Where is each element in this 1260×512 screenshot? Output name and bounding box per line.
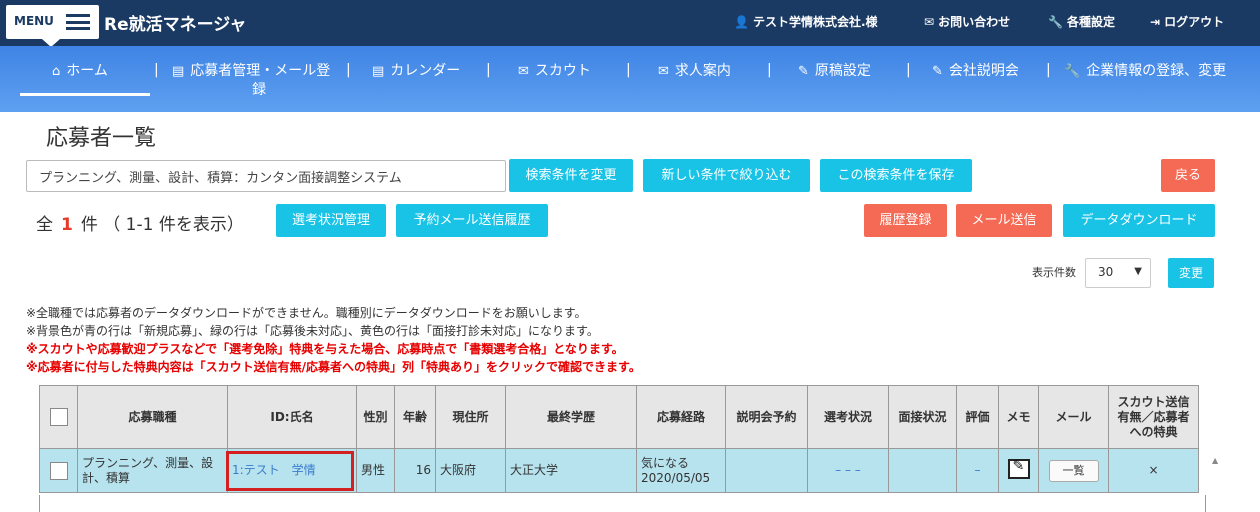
perpage-label: 表示件数 <box>1032 266 1076 279</box>
nav-separator: | <box>346 62 351 78</box>
nav-jobs[interactable]: ✉ 求人案内 <box>658 62 731 81</box>
cell-selection: – – – <box>807 448 889 493</box>
send-mail-button[interactable]: メール送信 <box>956 204 1052 237</box>
cell-route: 気になる 2020/05/05 <box>636 448 726 493</box>
save-search-button[interactable]: この検索条件を保存 <box>820 159 972 192</box>
contact-link[interactable]: ✉ お問い合わせ <box>924 13 1010 30</box>
nav-company[interactable]: 🔧 企業情報の登録、変更 <box>1064 62 1226 81</box>
change-search-button[interactable]: 検索条件を変更 <box>509 159 633 192</box>
pencil-icon: ✎ <box>932 64 943 79</box>
row-select-cell[interactable] <box>39 448 78 493</box>
chevron-down-icon: ▼ <box>1134 266 1142 277</box>
table-header-row: 応募職種 ID:氏名 性別 年齢 現住所 最終学歴 応募経路 説明会予約 選考状… <box>39 385 1199 449</box>
calendar-icon: ▤ <box>372 64 385 79</box>
envelope-icon: ✉ <box>924 15 935 29</box>
note-line: ※背景色が青の行は「新規応募」、緑の行は「応募後未対応」、黄色の行は「面接打診未… <box>26 324 599 338</box>
envelope-icon: ✉ <box>518 64 529 79</box>
nav-home[interactable]: ⌂ ホーム <box>52 62 108 81</box>
nav-separator: | <box>486 62 491 78</box>
col-memo: メモ <box>998 385 1039 449</box>
note-line-warning: ※応募者に付与した特典内容は「スカウト送信有無/応募者への特典」列「特典あり」を… <box>26 360 641 374</box>
home-icon: ⌂ <box>52 64 61 79</box>
table-next-row <box>39 495 1206 512</box>
nav-separator: | <box>1046 62 1051 78</box>
reservation-history-button[interactable]: 予約メール送信履歴 <box>396 204 548 237</box>
select-all-cell[interactable] <box>39 385 78 449</box>
change-perpage-button[interactable]: 変更 <box>1168 258 1214 288</box>
cell-address: 大阪府 <box>435 448 506 493</box>
data-download-button[interactable]: データダウンロード <box>1063 204 1215 237</box>
search-conditions-input[interactable] <box>26 160 506 192</box>
cell-memo <box>998 448 1039 493</box>
nav-separator: | <box>154 62 159 78</box>
selection-status-button[interactable]: 選考状況管理 <box>276 204 386 237</box>
select-all-checkbox[interactable] <box>49 408 68 426</box>
list-icon: ▤ <box>172 64 185 79</box>
menu-button[interactable]: MENU <box>6 5 99 47</box>
envelope-icon: ✉ <box>658 64 669 79</box>
cell-scout: × <box>1108 448 1199 493</box>
col-id-name: ID:氏名 <box>227 385 357 449</box>
logout-link[interactable]: ⇥ ログアウト <box>1150 13 1224 30</box>
nav-active-indicator <box>20 93 150 96</box>
cell-job: プランニング、測量、設 計、積算 <box>77 448 228 493</box>
nav-separator: | <box>626 62 631 78</box>
cell-age: 16 <box>394 448 436 493</box>
selection-status-link[interactable]: – – – <box>835 463 861 477</box>
back-button[interactable]: 戻る <box>1161 159 1215 192</box>
table-row: プランニング、測量、設 計、積算 1:テスト 学情 男性 16 大阪府 大正大学 … <box>39 448 1199 493</box>
nav-seminar[interactable]: ✎ 会社説明会 <box>932 62 1019 81</box>
brand-logo: Re就活マネージャ <box>104 15 247 35</box>
cell-mail: 一覧 <box>1038 448 1109 493</box>
col-rating: 評価 <box>956 385 999 449</box>
col-school: 最終学歴 <box>505 385 637 449</box>
rating-link[interactable]: – <box>975 463 981 477</box>
nav-separator: | <box>906 62 911 78</box>
note-line: ※全職種では応募者のデータダウンロードができません。職種別にデータダウンロードを… <box>26 306 587 320</box>
col-age: 年齢 <box>394 385 436 449</box>
col-mail: メール <box>1038 385 1109 449</box>
cell-rating: – <box>956 448 999 493</box>
row-checkbox[interactable] <box>49 461 68 480</box>
wrench-icon: 🔧 <box>1064 64 1081 79</box>
user-link[interactable]: 👤 テスト学情株式会社.様 <box>734 13 878 30</box>
cell-gender: 男性 <box>356 448 395 493</box>
wrench-icon: 🔧 <box>1048 15 1063 29</box>
applicant-table: 応募職種 ID:氏名 性別 年齢 現住所 最終学歴 応募経路 説明会予約 選考状… <box>39 385 1199 493</box>
highlight-box <box>226 451 354 491</box>
col-route: 応募経路 <box>636 385 726 449</box>
result-count: 全1件 （ 1-1 件を表示） <box>36 215 244 235</box>
memo-edit-icon[interactable] <box>1007 458 1030 479</box>
col-scout: スカウト送信 有無／応募者 への特典 <box>1108 385 1199 449</box>
nav-draft[interactable]: ✎ 原稿設定 <box>798 62 871 81</box>
settings-link[interactable]: 🔧 各種設定 <box>1048 13 1115 30</box>
top-header: MENU Re就活マネージャ 👤 テスト学情株式会社.様 ✉ お問い合わせ 🔧 各種設… <box>0 0 1260 47</box>
nav-calendar[interactable]: ▤ カレンダー <box>372 62 460 81</box>
cell-school: 大正大学 <box>505 448 637 493</box>
menu-label: MENU <box>14 14 54 28</box>
note-line-warning: ※スカウトや応募歓迎プラスなどで「選考免除」特典を与えた場合、応募時点で「書類選… <box>26 342 624 356</box>
perpage-select[interactable]: 30 ▼ <box>1085 258 1151 288</box>
col-address: 現住所 <box>435 385 506 449</box>
pencil-icon: ✎ <box>798 64 809 79</box>
col-interview: 面接状況 <box>888 385 957 449</box>
nav-applicants[interactable]: ▤ 応募者管理・メール登 録 <box>172 62 330 99</box>
user-icon: 👤 <box>734 15 749 29</box>
col-job: 応募職種 <box>77 385 228 449</box>
nav-separator: | <box>767 62 772 78</box>
page-title: 応募者一覧 <box>46 126 157 151</box>
nav-scout[interactable]: ✉ スカウト <box>518 62 591 81</box>
logout-icon: ⇥ <box>1150 15 1161 29</box>
cell-interview <box>888 448 957 493</box>
mail-list-button[interactable]: 一覧 <box>1048 459 1099 482</box>
col-seminar: 説明会予約 <box>725 385 808 449</box>
history-register-button[interactable]: 履歴登録 <box>864 204 947 237</box>
cell-seminar <box>725 448 808 493</box>
hamburger-icon <box>66 14 90 30</box>
col-gender: 性別 <box>356 385 395 449</box>
scroll-up-icon[interactable]: ▲ <box>1212 456 1218 465</box>
col-selection: 選考状況 <box>807 385 889 449</box>
new-filter-button[interactable]: 新しい条件で絞り込む <box>643 159 810 192</box>
